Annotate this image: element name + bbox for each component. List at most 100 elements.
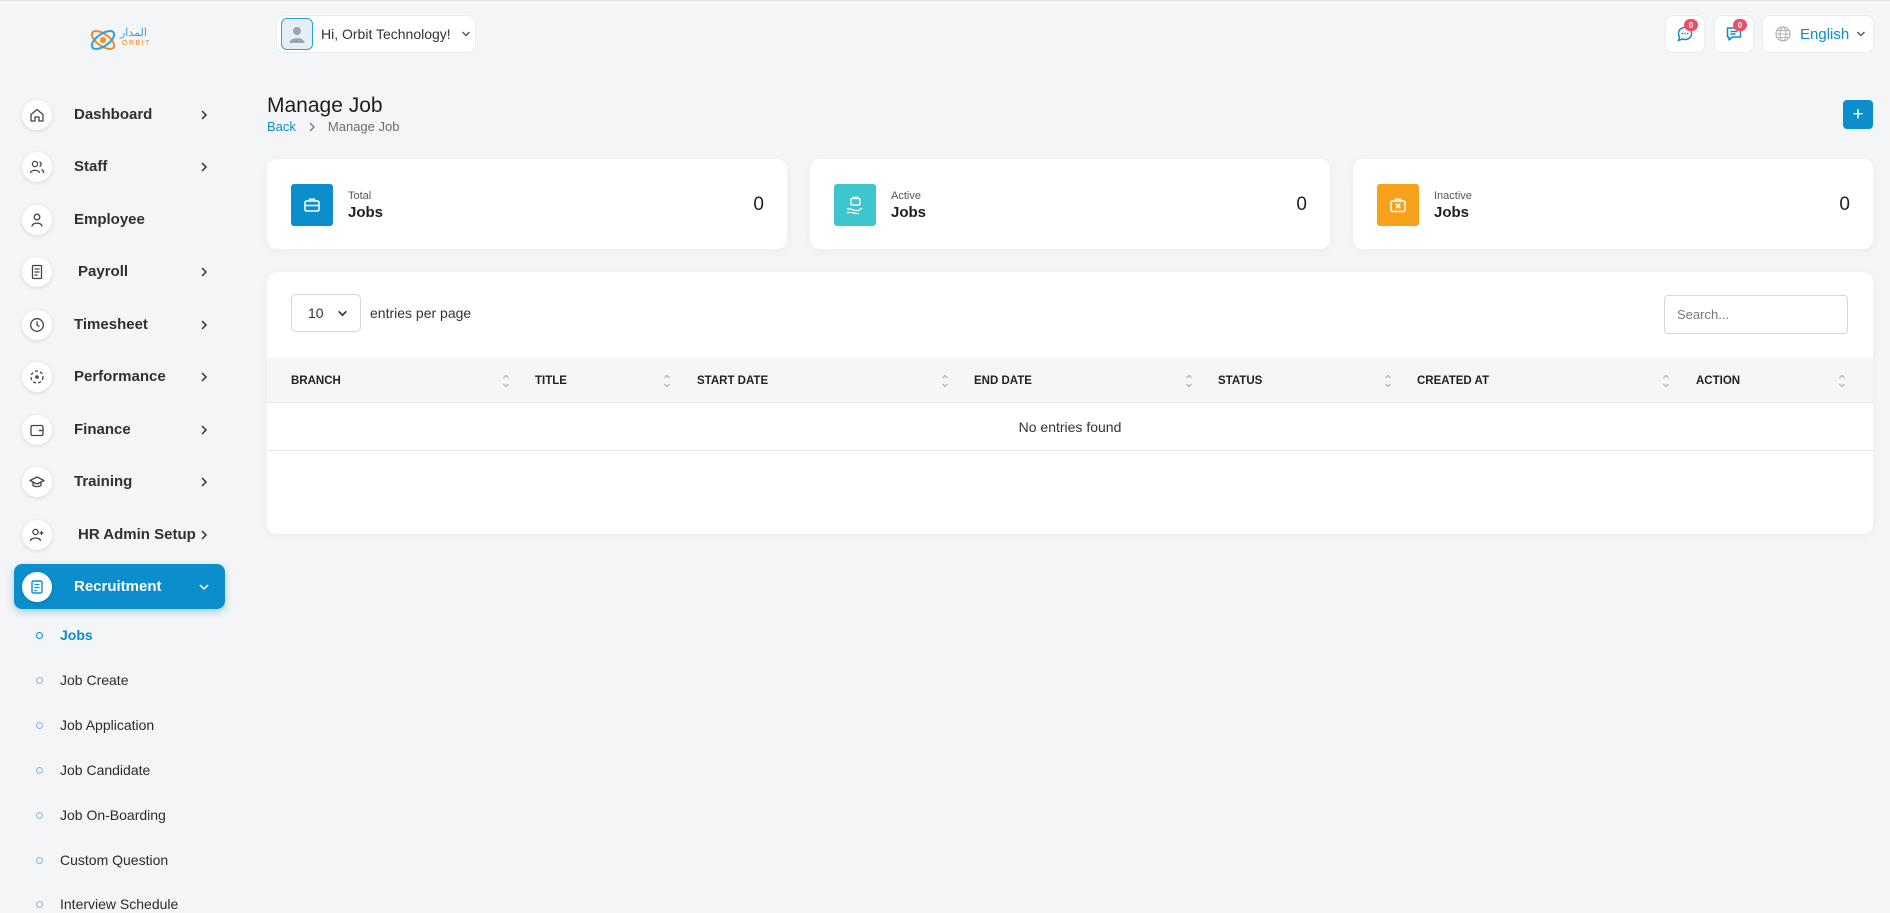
sidebar-item-label: Finance (74, 421, 131, 438)
bullet-icon (36, 856, 43, 864)
briefcase-hand-icon (834, 184, 876, 226)
sidebar-item-label: Training (74, 473, 133, 490)
column-header-title[interactable]: TITLE (535, 358, 567, 403)
sidebar-item-employee[interactable]: Employee (14, 197, 225, 242)
chevron-right-icon (201, 529, 208, 540)
user-icon (22, 204, 52, 235)
stat-count: 0 (753, 194, 764, 215)
submenu-item-label: Custom Question (60, 852, 169, 868)
stat-count: 0 (1296, 194, 1307, 215)
stat-card-active-jobs: Active Jobs 0 (810, 159, 1330, 249)
sidebar-item-label: Employee (74, 211, 145, 228)
sidebar-item-hr-admin-setup[interactable]: HR Admin Setup (14, 512, 225, 557)
user-menu[interactable]: Hi, Orbit Technology! (276, 15, 476, 53)
submenu-item-label: Interview Schedule (60, 896, 179, 912)
chevron-right-icon (201, 161, 208, 172)
bullet-icon (36, 676, 43, 684)
briefcase-x-icon (1377, 184, 1419, 226)
language-label: English (1800, 25, 1850, 43)
chevron-down-icon (199, 583, 209, 590)
sort-icon[interactable] (1662, 372, 1670, 390)
users-icon (22, 151, 52, 182)
add-job-button[interactable]: + (1843, 100, 1873, 129)
submenu-item-job-create[interactable]: Job Create (36, 670, 128, 690)
logo-english-text: ORBIT (122, 40, 151, 47)
submenu-item-label: Job Create (60, 672, 129, 688)
breadcrumb-back-link[interactable]: Back (267, 119, 296, 134)
stat-card-total-jobs: Total Jobs 0 (267, 159, 787, 249)
sort-icon[interactable] (1384, 372, 1392, 390)
receipt-icon (22, 256, 52, 287)
stat-big-label: Jobs (891, 204, 927, 221)
chevron-right-icon (201, 371, 208, 382)
stat-card-inactive-jobs: Inactive Jobs 0 (1353, 159, 1873, 249)
submenu-item-job-on-boarding[interactable]: Job On-Boarding (36, 805, 166, 825)
sort-icon[interactable] (1838, 372, 1846, 390)
message-count-badge: 0 (1733, 19, 1747, 31)
column-label: STATUS (1218, 374, 1263, 387)
submenu-item-label: Job On-Boarding (60, 807, 166, 823)
bullet-icon (36, 811, 43, 819)
bullet-icon (36, 631, 43, 639)
submenu-item-custom-question[interactable]: Custom Question (36, 850, 168, 870)
column-header-end-date[interactable]: END DATE (974, 358, 1032, 403)
page-title: Manage Job (267, 94, 383, 117)
submenu-item-job-candidate[interactable]: Job Candidate (36, 760, 150, 780)
clipboard-icon (22, 571, 52, 602)
sidebar-item-dashboard[interactable]: Dashboard (14, 92, 225, 137)
chevron-right-icon (201, 424, 208, 435)
language-selector[interactable]: English (1762, 15, 1874, 53)
stat-small-label: Inactive (1434, 190, 1472, 202)
chevron-down-icon (461, 31, 470, 37)
search-input[interactable] (1664, 295, 1848, 334)
graduation-cap-icon (22, 466, 52, 497)
entries-per-page-select[interactable]: 10 (291, 294, 361, 332)
chevron-right-icon (201, 109, 208, 120)
entries-per-page-label: entries per page (370, 305, 472, 321)
column-header-created-at[interactable]: CREATED AT (1417, 358, 1489, 403)
sort-icon[interactable] (502, 372, 510, 390)
submenu-item-label: Job Candidate (60, 762, 151, 778)
chevron-down-icon (1857, 31, 1866, 37)
avatar (281, 18, 313, 50)
logo-arabic-text: المدار (120, 27, 147, 39)
orbit-logo-icon (90, 30, 116, 50)
sidebar-item-staff[interactable]: Staff (14, 144, 225, 189)
submenu-item-interview-schedule[interactable]: Interview Schedule (36, 894, 178, 913)
chevron-right-icon (309, 122, 315, 131)
breadcrumb-current: Manage Job (327, 119, 400, 134)
submenu-item-jobs[interactable]: Jobs (36, 625, 93, 645)
user-greeting: Hi, Orbit Technology! (321, 26, 451, 42)
sidebar-item-recruitment[interactable]: Recruitment (14, 564, 225, 609)
sidebar-item-label: Dashboard (74, 106, 153, 123)
messages-button[interactable]: 0 (1714, 15, 1754, 53)
chevron-down-icon (338, 310, 347, 316)
bullet-icon (36, 766, 43, 774)
sort-icon[interactable] (941, 372, 949, 390)
top-border (0, 0, 1890, 1)
column-header-action[interactable]: ACTION (1696, 358, 1740, 403)
orbit-logo[interactable]: المدار ORBIT (88, 20, 152, 60)
column-label: BRANCH (291, 374, 341, 387)
stat-big-label: Jobs (348, 204, 384, 221)
column-label: ACTION (1696, 374, 1741, 387)
submenu-item-job-application[interactable]: Job Application (36, 715, 154, 735)
submenu-item-label: Job Application (60, 717, 155, 733)
column-label: END DATE (974, 374, 1032, 387)
bullet-icon (36, 721, 43, 729)
chat-count-badge: 0 (1684, 19, 1698, 31)
wallet-icon (22, 414, 52, 445)
sidebar-item-finance[interactable]: Finance (14, 407, 225, 452)
sidebar-item-timesheet[interactable]: Timesheet (14, 302, 225, 347)
sidebar-item-payroll[interactable]: Payroll (14, 249, 225, 294)
column-header-status[interactable]: STATUS (1218, 358, 1262, 403)
sidebar-item-training[interactable]: Training (14, 459, 225, 504)
sidebar-item-performance[interactable]: Performance (14, 354, 225, 399)
column-header-branch[interactable]: BRANCH (291, 358, 341, 403)
stat-count: 0 (1839, 194, 1850, 215)
sidebar-item-label: Recruitment (74, 578, 162, 595)
column-header-start-date[interactable]: START DATE (697, 358, 768, 403)
sort-icon[interactable] (663, 372, 671, 390)
sort-icon[interactable] (1185, 372, 1193, 390)
chat-button[interactable]: 0 (1665, 15, 1705, 53)
